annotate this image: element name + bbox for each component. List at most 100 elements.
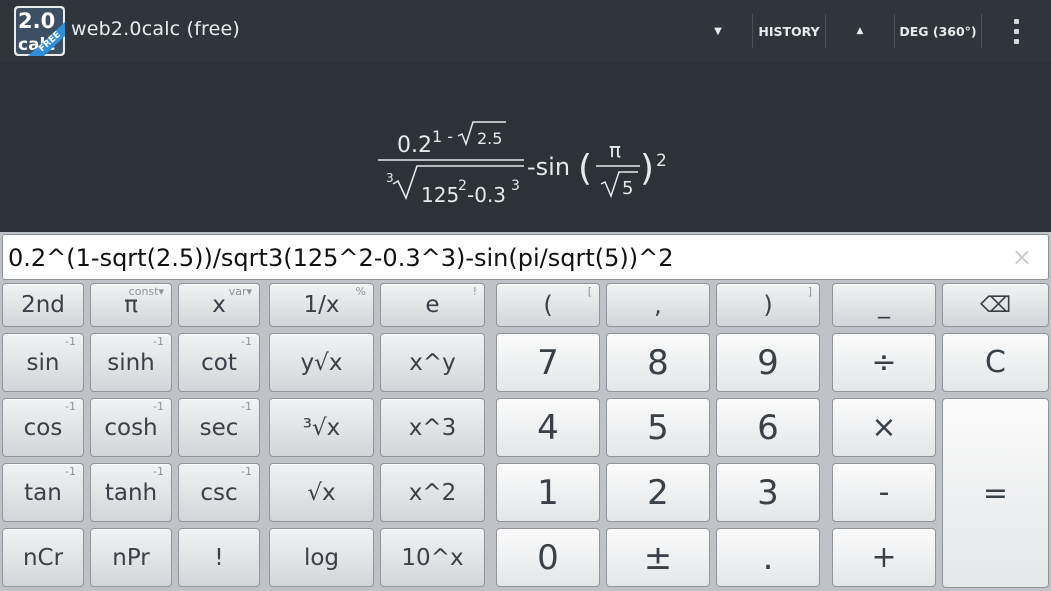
- cot-key[interactable]: cot -1: [178, 333, 260, 392]
- comma-key[interactable]: ,: [606, 283, 710, 327]
- sinh-key-label: sinh: [107, 349, 155, 376]
- seven-key[interactable]: 7: [496, 333, 600, 392]
- sqrt-key[interactable]: √x: [269, 463, 374, 522]
- zero-key[interactable]: 0: [496, 528, 600, 587]
- ten-pow-x-key[interactable]: 10^x: [380, 528, 485, 587]
- expand-button[interactable]: ▲: [826, 0, 894, 62]
- ten-pow-x-key-label: 10^x: [401, 544, 464, 571]
- open-paren-key[interactable]: ([: [496, 283, 600, 327]
- tan-key-label: tan: [24, 479, 62, 506]
- denominator-minus: -0.3: [467, 183, 506, 207]
- two-key[interactable]: 2: [606, 463, 710, 522]
- triangle-down-icon: ▼: [714, 25, 722, 37]
- expression-input-wrapper: ×: [2, 234, 1049, 280]
- app-logo-icon: 2.0 calc FREE: [14, 6, 65, 56]
- divide-key-label: ÷: [871, 345, 897, 380]
- angle-mode-button[interactable]: DEG (360°): [895, 0, 981, 62]
- reciprocal-key[interactable]: 1/x%: [269, 283, 374, 327]
- inner-denominator-radicand: 5: [622, 178, 633, 199]
- history-button[interactable]: HISTORY: [753, 0, 825, 62]
- multiply-key[interactable]: ×: [832, 398, 936, 457]
- x-cubed-key[interactable]: x^3: [380, 398, 485, 457]
- five-key-label: 5: [647, 407, 669, 448]
- logo-number: 2.0: [18, 9, 55, 33]
- cos-key-label: cos: [23, 414, 63, 441]
- log-key[interactable]: log: [269, 528, 374, 587]
- numerator-exp-radicand: 2.5: [477, 129, 502, 148]
- overflow-menu-button[interactable]: [982, 0, 1051, 62]
- x-pow-y-key[interactable]: x^y: [380, 333, 485, 392]
- eight-key[interactable]: 8: [606, 333, 710, 392]
- second-key[interactable]: 2nd: [2, 283, 84, 327]
- decimal-key[interactable]: .: [716, 528, 820, 587]
- backspace-key-label: ⌫: [979, 292, 1012, 318]
- x-var-key-secondary: var▾: [228, 285, 252, 298]
- clear-x-icon[interactable]: ×: [1012, 245, 1032, 269]
- six-key[interactable]: 6: [716, 398, 820, 457]
- four-key-label: 4: [537, 407, 559, 448]
- sin-key-secondary: -1: [65, 335, 76, 348]
- minus-key-label: -: [878, 475, 890, 510]
- divide-key[interactable]: ÷: [832, 333, 936, 392]
- sin-key[interactable]: sin -1: [2, 333, 84, 392]
- close-paren-key[interactable]: )]: [716, 283, 820, 327]
- result-display: 0.2 1 - 2.5 3 125 2 -0.3 3 -sin ( π 5 ) …: [0, 62, 1051, 232]
- x-squared-key[interactable]: x^2: [380, 463, 485, 522]
- pi-key[interactable]: π const▾: [90, 283, 172, 327]
- inner-numerator: π: [609, 138, 621, 162]
- nine-key-label: 9: [757, 342, 779, 383]
- nine-key[interactable]: 9: [716, 333, 820, 392]
- six-key-label: 6: [757, 407, 779, 448]
- equals-key-label: =: [982, 475, 1009, 511]
- five-key[interactable]: 5: [606, 398, 710, 457]
- plus-key[interactable]: +: [832, 528, 936, 587]
- sqrt-key-label: √x: [307, 479, 336, 506]
- backspace-key[interactable]: ⌫: [942, 283, 1049, 327]
- open-paren-big: (: [578, 148, 592, 189]
- open-paren-key-secondary: [: [587, 285, 592, 298]
- minus-key[interactable]: -: [832, 463, 936, 522]
- x-pow-y-key-label: x^y: [409, 349, 456, 376]
- reciprocal-key-label: 1/x: [303, 292, 340, 318]
- expression-input[interactable]: [8, 235, 988, 279]
- cosh-key-label: cosh: [104, 414, 158, 441]
- csc-key[interactable]: csc -1: [178, 463, 260, 522]
- close-paren-key-label: ): [763, 291, 773, 319]
- e-key-secondary: !: [472, 285, 477, 298]
- dropdown-button[interactable]: ▼: [700, 0, 736, 62]
- three-key[interactable]: 3: [716, 463, 820, 522]
- y-root-x-key-label: y√x: [300, 349, 343, 376]
- tan-key[interactable]: tan -1: [2, 463, 84, 522]
- npr-key[interactable]: nPr: [90, 528, 172, 587]
- tanh-key-label: tanh: [104, 479, 158, 506]
- clear-key[interactable]: C: [942, 333, 1049, 392]
- formatted-expression: 0.2 1 - 2.5 3 125 2 -0.3 3 -sin ( π 5 ) …: [378, 121, 667, 207]
- two-key-label: 2: [647, 472, 669, 513]
- y-root-x-key[interactable]: y√x: [269, 333, 374, 392]
- one-key-label: 1: [537, 472, 559, 513]
- e-key[interactable]: e!: [380, 283, 485, 327]
- underscore-key[interactable]: _: [832, 283, 936, 327]
- plus-key-label: +: [871, 540, 897, 575]
- x-squared-key-label: x^2: [408, 479, 457, 506]
- one-key[interactable]: 1: [496, 463, 600, 522]
- cos-key[interactable]: cos -1: [2, 398, 84, 457]
- outer-exponent: 2: [656, 151, 667, 171]
- equals-key[interactable]: =: [942, 398, 1049, 588]
- sec-key[interactable]: sec -1: [178, 398, 260, 457]
- plus-minus-key[interactable]: ±: [606, 528, 710, 587]
- underscore-key-label: _: [878, 291, 890, 319]
- sinh-key[interactable]: sinh -1: [90, 333, 172, 392]
- x-var-key[interactable]: x var▾: [178, 283, 260, 327]
- history-label: HISTORY: [758, 23, 820, 39]
- ncr-key[interactable]: nCr: [2, 528, 84, 587]
- cosh-key[interactable]: cosh -1: [90, 398, 172, 457]
- factorial-key-label: !: [214, 544, 224, 571]
- cube-root-key-label: ³√x: [302, 414, 341, 441]
- four-key[interactable]: 4: [496, 398, 600, 457]
- cube-root-key[interactable]: ³√x: [269, 398, 374, 457]
- sin-key-label: sin: [26, 349, 60, 376]
- sec-key-secondary: -1: [241, 400, 252, 413]
- factorial-key[interactable]: !: [178, 528, 260, 587]
- tanh-key[interactable]: tanh -1: [90, 463, 172, 522]
